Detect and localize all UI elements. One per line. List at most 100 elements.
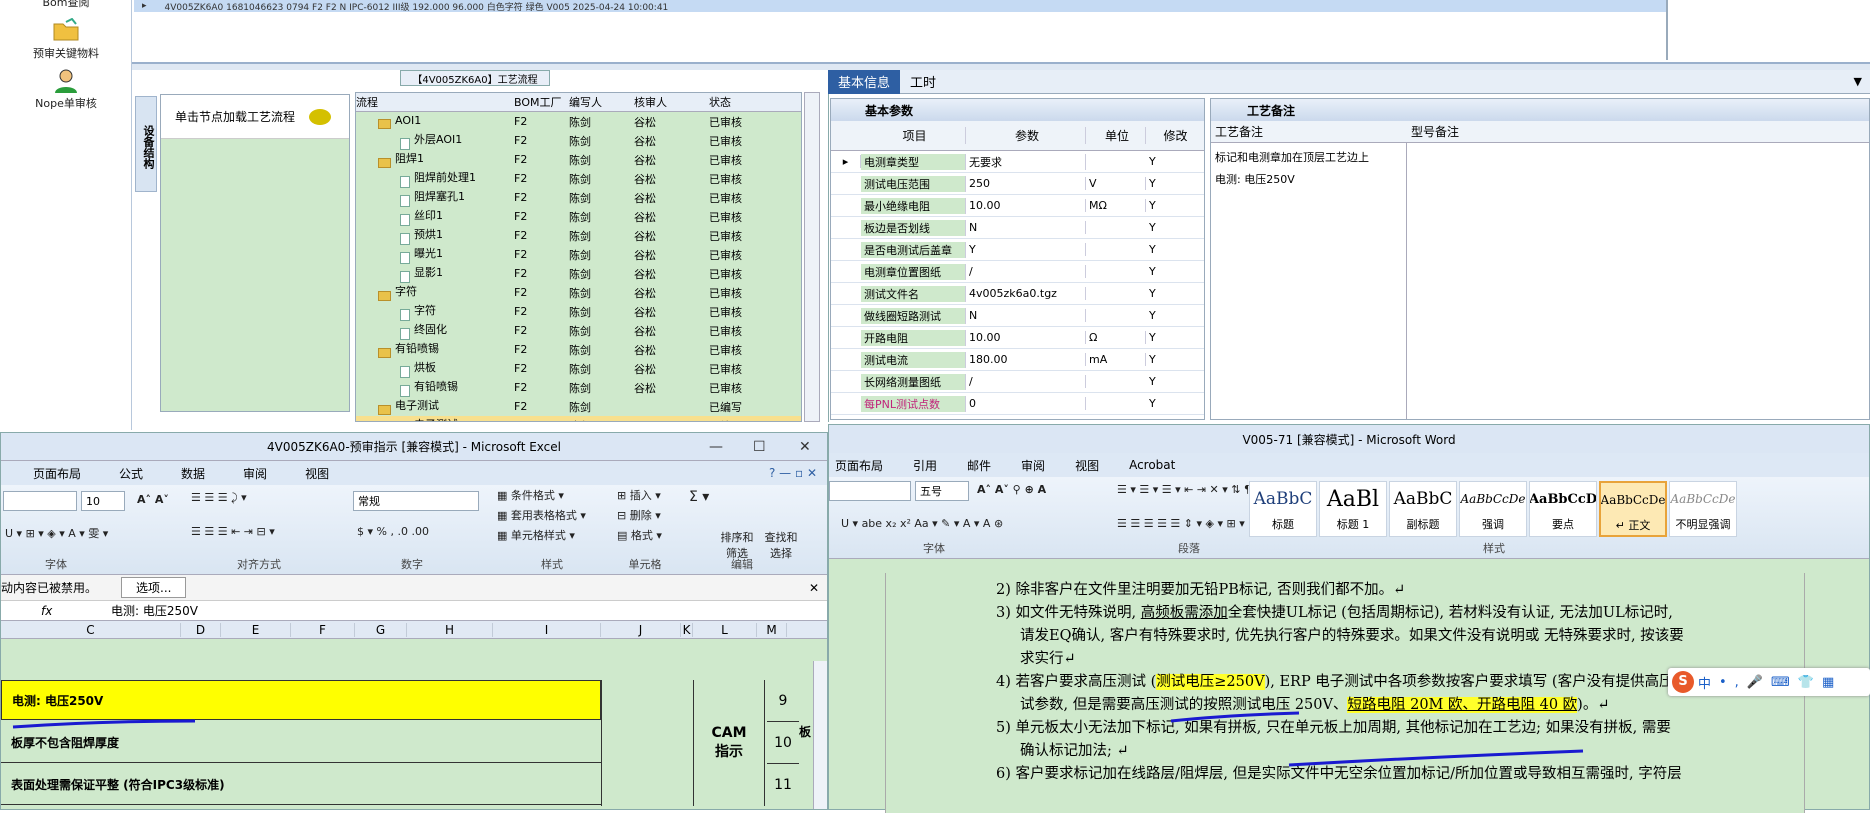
table-format-button[interactable]: ▦ 套用表格格式 ▾ bbox=[497, 507, 586, 523]
number-format-box[interactable]: 常规 bbox=[353, 491, 479, 511]
param-row[interactable]: 最小绝缘电阻 10.00 MΩ Y bbox=[831, 195, 1204, 217]
align-top-icons[interactable]: ☰ ☰ ☰ ⤸ ▾ bbox=[191, 491, 247, 505]
menu-view[interactable]: 视图 bbox=[305, 465, 329, 482]
param-value[interactable]: 0 bbox=[966, 397, 1086, 410]
menu-data[interactable]: 数据 bbox=[181, 465, 205, 482]
tab-work-hours[interactable]: 工时 bbox=[900, 70, 946, 94]
col-item[interactable]: 项目 bbox=[861, 127, 966, 144]
param-row[interactable]: 长网络测量图纸 / Y bbox=[831, 371, 1204, 393]
col-M[interactable]: M bbox=[757, 622, 787, 637]
param-row[interactable]: 测试电流 180.00 mA Y bbox=[831, 349, 1204, 371]
style-heading1[interactable]: AaBl 标题 1 bbox=[1319, 481, 1387, 537]
tree-row[interactable]: 阻焊1 F2 陈剑 谷松 已审核 bbox=[356, 150, 801, 169]
rail-item-key-material[interactable]: 预审关键物料 bbox=[0, 17, 132, 61]
col-modify[interactable]: 修改 bbox=[1146, 127, 1202, 144]
col-reviewer[interactable]: 核审人 bbox=[634, 94, 709, 110]
menu-page-layout[interactable]: 页面布局 bbox=[835, 457, 883, 474]
col-unit[interactable]: 单位 bbox=[1086, 127, 1146, 144]
tab-basic-info[interactable]: 基本信息 bbox=[828, 69, 901, 94]
menu-view[interactable]: 视图 bbox=[1075, 457, 1099, 474]
param-value[interactable]: 10.00 bbox=[966, 331, 1086, 344]
top-grid-selected-row[interactable]: ▸ 4V005ZK6A0 1681046623 0794 F2 F2 N IPC… bbox=[134, 0, 1666, 13]
tree-row[interactable]: 显影1 F2 陈剑 谷松 已审核 bbox=[356, 264, 801, 283]
menu-page-layout[interactable]: 页面布局 bbox=[33, 465, 81, 482]
param-row[interactable]: ▸ 电测章类型 无要求 Y bbox=[831, 151, 1204, 173]
param-value[interactable]: 4v005zk6a0.tgz bbox=[966, 287, 1086, 300]
font-size-box[interactable]: 10 bbox=[81, 491, 125, 511]
col-L[interactable]: L bbox=[693, 622, 757, 637]
col-D[interactable]: D bbox=[181, 622, 221, 637]
grow-font-icon[interactable]: A˄ A˅ ⚲ ⊕ A bbox=[977, 483, 1046, 496]
font-size-box[interactable]: 五号 bbox=[915, 481, 969, 501]
rail-item-bom[interactable]: Bom查阅 bbox=[0, 0, 132, 10]
col-F[interactable]: F bbox=[291, 622, 355, 637]
menu-review[interactable]: 审阅 bbox=[243, 465, 267, 482]
param-value[interactable]: 250 bbox=[966, 177, 1086, 190]
style-normal[interactable]: AaBbCcDe ↵ 正文 bbox=[1599, 481, 1667, 537]
insert-button[interactable]: ⊞ 插入 ▾ bbox=[617, 487, 661, 503]
tree-row[interactable]: 字符 F2 陈剑 谷松 已审核 bbox=[356, 283, 801, 302]
col-C[interactable]: C bbox=[1, 622, 181, 637]
ime-mode[interactable]: 中 bbox=[1698, 673, 1711, 692]
format-button[interactable]: ▤ 格式 ▾ bbox=[617, 527, 662, 543]
param-row[interactable]: 测试电压范围 250 V Y bbox=[831, 173, 1204, 195]
tree-row[interactable]: 预烘1 F2 陈剑 谷松 已审核 bbox=[356, 226, 801, 245]
tree-row[interactable]: 电子测试F2陈剑已编写 bbox=[356, 416, 801, 421]
excel-row-9[interactable]: 电测: 电压250V bbox=[1, 680, 601, 720]
param-row[interactable]: 电测章位置图纸 / Y bbox=[831, 261, 1204, 283]
cond-format-button[interactable]: ▦ 条件格式 ▾ bbox=[497, 487, 564, 503]
side-tab[interactable]: 设备结构 bbox=[135, 96, 157, 192]
grow-font-icon[interactable]: A˄ A˅ bbox=[137, 493, 169, 506]
ime-tool-icons[interactable]: •,🎤⌨👕▦ bbox=[1719, 675, 1842, 690]
tree-row[interactable]: 电子测试F2陈剑已编写 bbox=[356, 397, 801, 416]
param-value[interactable]: Y bbox=[966, 243, 1086, 256]
sum-icon[interactable]: Σ ▾ bbox=[689, 489, 709, 505]
menu-references[interactable]: 引用 bbox=[913, 457, 937, 474]
tree-row[interactable]: 阻焊塞孔1 F2 陈剑 谷松 已审核 bbox=[356, 188, 801, 207]
param-row[interactable]: 每PNL测试点数 0 Y bbox=[831, 393, 1204, 415]
param-value[interactable]: N bbox=[966, 221, 1086, 234]
tree-row[interactable]: 阻焊前处理1 F2 陈剑 谷松 已审核 bbox=[356, 169, 801, 188]
tree-row[interactable]: 终固化 F2 陈剑 谷松 已审核 bbox=[356, 321, 801, 340]
underline-icon[interactable]: U ▾ ⊞ ▾ ◈ ▾ A ▾ 雯 ▾ bbox=[5, 525, 108, 541]
ime-toolbar[interactable]: S 中 •,🎤⌨👕▦ bbox=[1668, 668, 1870, 696]
col-bom[interactable]: BOM工厂 bbox=[514, 94, 569, 110]
menu-acrobat[interactable]: Acrobat bbox=[1129, 458, 1175, 472]
align-left-icons[interactable]: ☰ ☰ ☰ ⇤ ⇥ ⊟ ▾ bbox=[191, 525, 275, 538]
tree-row[interactable]: 有铅喷锡 F2 陈剑 谷松 已审核 bbox=[356, 340, 801, 359]
excel-row-11[interactable]: 表面处理需保证平整 (符合IPC3级标准) bbox=[1, 765, 601, 805]
tree-row[interactable]: 丝印1 F2 陈剑 谷松 已审核 bbox=[356, 207, 801, 226]
param-row[interactable]: 开路电阻 10.00 Ω Y bbox=[831, 327, 1204, 349]
tree-row[interactable]: 曝光1 F2 陈剑 谷松 已审核 bbox=[356, 245, 801, 264]
menu-review[interactable]: 审阅 bbox=[1021, 457, 1045, 474]
close-icon[interactable]: ✕ bbox=[809, 581, 819, 595]
param-row[interactable]: 是否电测试后盖章 Y Y bbox=[831, 239, 1204, 261]
maximize-icon[interactable]: ☐ bbox=[753, 439, 766, 455]
tree-row[interactable]: 字符 F2 陈剑 谷松 已审核 bbox=[356, 302, 801, 321]
tree-row[interactable]: AOI1 F2 陈剑 谷松 已审核 bbox=[356, 112, 801, 131]
col-J[interactable]: J bbox=[601, 622, 681, 637]
process-note-text[interactable]: 标记和电测章加在顶层工艺边上 电测: 电压250V bbox=[1211, 143, 1407, 419]
param-value[interactable]: 无要求 bbox=[966, 153, 1086, 170]
col-writer[interactable]: 编写人 bbox=[569, 94, 634, 110]
find-select-button[interactable]: 查找和选择 bbox=[761, 529, 801, 561]
style-subtitle[interactable]: AaBbC 副标题 bbox=[1389, 481, 1457, 537]
col-H[interactable]: H bbox=[407, 622, 493, 637]
params-tab[interactable]: 基本参数 bbox=[831, 99, 1204, 121]
menu-mailings[interactable]: 邮件 bbox=[967, 457, 991, 474]
excel-row-10[interactable]: 板厚不包含阻焊厚度 bbox=[1, 723, 601, 763]
param-value[interactable]: N bbox=[966, 309, 1086, 322]
style-strong[interactable]: AaBbCcD 要点 bbox=[1529, 481, 1597, 537]
tree-scrollbar[interactable] bbox=[804, 92, 820, 422]
close-icon[interactable]: ✕ bbox=[799, 439, 811, 455]
tree-row[interactable]: 烘板 F2 陈剑 谷松 已审核 bbox=[356, 359, 801, 378]
formula-input[interactable]: 电测: 电压250V bbox=[111, 602, 198, 619]
font-name-box[interactable] bbox=[3, 491, 77, 511]
param-row[interactable]: 做线圈短路测试 N Y bbox=[831, 305, 1204, 327]
align-icons[interactable]: ☰ ☰ ☰ ☰ ☰ ⇕ ▾ ◈ ▾ ⊞ ▾ bbox=[1117, 517, 1245, 530]
col-G[interactable]: G bbox=[355, 622, 407, 637]
tree-row[interactable]: 外层AOI1 F2 陈剑 谷松 已审核 bbox=[356, 131, 801, 150]
param-row[interactable]: 板边是否划线 N Y bbox=[831, 217, 1204, 239]
col-flow[interactable]: 流程 bbox=[356, 94, 514, 110]
style-title[interactable]: AaBbC 标题 bbox=[1249, 481, 1317, 537]
